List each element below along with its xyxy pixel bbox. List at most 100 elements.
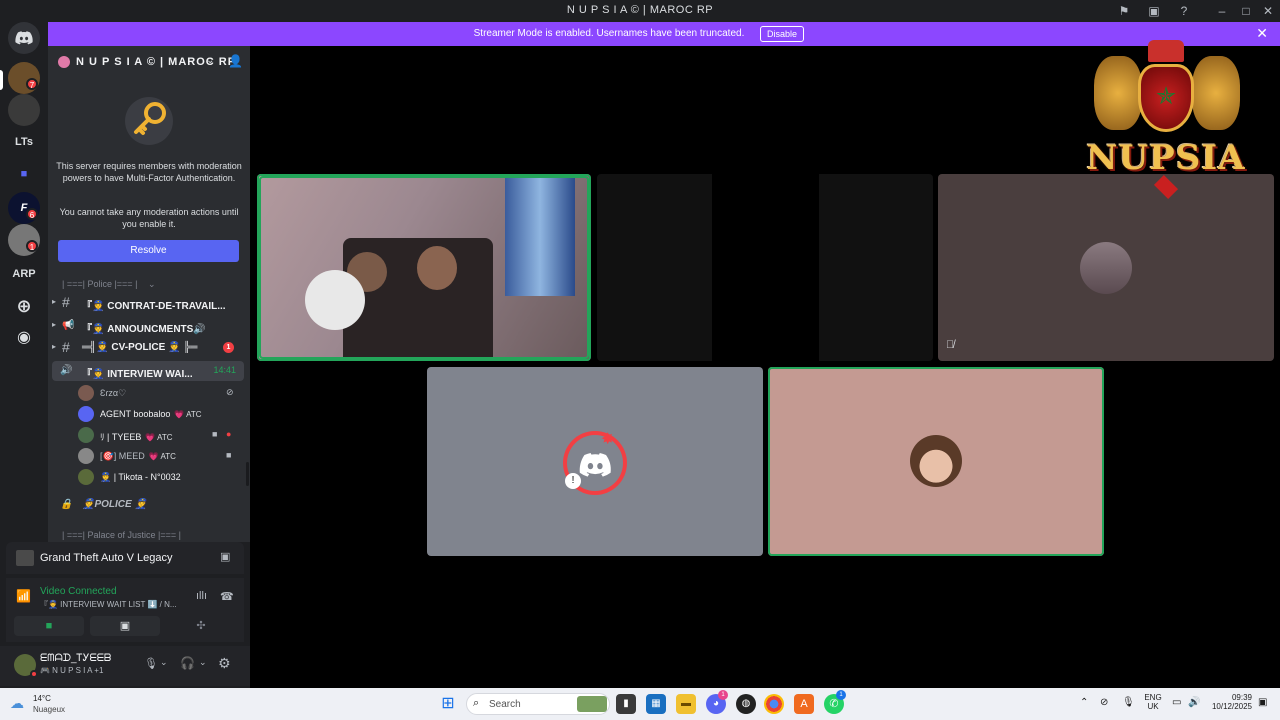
channel-sidebar: N U P S I A © | MAROC RP ⌄ 👤 This server…	[48, 46, 250, 542]
noise-icon[interactable]: ıllı	[196, 590, 207, 602]
nupsia-logo: ✯ NUPSIA	[1082, 40, 1250, 200]
minimize-icon[interactable]: –	[1214, 3, 1230, 19]
live-icon: ●	[226, 429, 232, 439]
search-icon: ⌕	[473, 697, 480, 709]
network-icon[interactable]: ⊘	[1100, 697, 1108, 708]
server-icon[interactable]	[8, 94, 40, 126]
channel-contrat[interactable]: ▸ # 『👮 CONTRAT-DE-TRAVAIL...	[52, 293, 244, 313]
windows-start-icon[interactable]: ⊞	[438, 694, 458, 714]
resolve-button[interactable]: Resolve	[58, 240, 239, 262]
voice-channel-name[interactable]: 『👮 INTERVIEW WAIT LIST ⬇️ / N...	[40, 599, 177, 610]
video-tile-user[interactable]: 🎙̸	[938, 174, 1274, 361]
voice-user[interactable]: Ɛɾzα♡ ⊘	[76, 383, 244, 403]
avatar	[910, 435, 962, 487]
avatar	[78, 406, 94, 422]
microphone-icon[interactable]: 🎙	[144, 657, 158, 670]
channel-icon: #	[62, 339, 70, 355]
stream-game-icon[interactable]: ▣	[220, 550, 230, 563]
category-police[interactable]: | ===| Police |=== |	[62, 279, 137, 289]
discord-home-icon[interactable]	[8, 22, 40, 54]
notification-icon[interactable]: ▣	[1258, 697, 1267, 708]
weather-icon[interactable]: ☁	[10, 695, 24, 712]
video-tile-webcam[interactable]	[257, 174, 591, 361]
inbox-icon[interactable]: ⚑	[1116, 3, 1132, 19]
role-tag: 💗 ATC	[148, 452, 176, 461]
key-icon	[125, 97, 173, 145]
voice-user[interactable]: [🎯] MEED 💗 ATC ■	[76, 446, 244, 466]
star-icon: ✯	[1155, 83, 1177, 110]
channel-cv-police[interactable]: ▸ # ═╣👮 CV-POLICE 👮 ╠═ 1	[52, 338, 244, 358]
server-lts[interactable]: LTs	[8, 126, 40, 158]
language-code: ENG	[1144, 693, 1162, 702]
user-name: AGENT boobaloo 💗 ATC	[100, 409, 202, 419]
server-arp[interactable]: ARP	[8, 258, 40, 290]
activities-button[interactable]: ✣	[166, 616, 236, 636]
close-window-icon[interactable]: ✕	[1260, 3, 1276, 19]
window-title: N U P S I A © | MAROC RP	[566, 4, 714, 16]
display-icon[interactable]: ▭	[1172, 697, 1181, 708]
user-name: 👮 | Tikota - N°0032	[100, 472, 181, 482]
app-icon[interactable]: A	[794, 694, 814, 714]
video-tile-loading[interactable]	[597, 174, 933, 361]
server-header[interactable]: N U P S I A © | MAROC RP ⌄ 👤	[48, 46, 250, 78]
screen-share-button[interactable]: ▣	[90, 616, 160, 636]
mic-tray-icon[interactable]: 🎙	[1122, 697, 1135, 708]
clock[interactable]: 09:39 10/12/2025	[1206, 693, 1252, 711]
maximize-icon[interactable]: □	[1238, 3, 1254, 19]
channel-name: 『👮 CONTRAT-DE-TRAVAIL...	[82, 301, 226, 312]
language-indicator[interactable]: ENG UK	[1144, 693, 1162, 711]
voice-user[interactable]: AGENT boobaloo 💗 ATC	[76, 404, 244, 424]
store-icon[interactable]: ▦	[646, 694, 666, 714]
category-justice[interactable]: | ===| Palace of Justice |=== |	[62, 530, 181, 540]
channel-announcments[interactable]: ▸ 📢 『👮 ANNOUNCMENTS🔊	[52, 316, 244, 336]
file-explorer-icon[interactable]: ▬	[676, 694, 696, 714]
help-icon[interactable]: ?	[1176, 3, 1192, 19]
signal-icon[interactable]: 📶	[16, 589, 31, 603]
search-bar[interactable]: ⌕ Search	[466, 693, 610, 715]
chrome-icon[interactable]	[764, 694, 784, 714]
chevron-down-icon[interactable]: ⌄	[160, 657, 168, 668]
chevron-up-icon[interactable]: ⌃	[1080, 697, 1088, 708]
user-name: Ɛɾzα♡	[100, 388, 127, 398]
user-name: ᗴᗰᗩᗪ_ᎢᎩᗴᗴᗷ	[40, 653, 112, 664]
chevron-right-icon: ▸	[52, 297, 57, 306]
add-server-icon[interactable]: ⊕	[8, 290, 40, 322]
logo-gem-icon	[1153, 174, 1179, 200]
weather-desc: Nuageux	[33, 705, 66, 714]
screen-icon[interactable]: ▣	[1146, 3, 1162, 19]
title-bar: N U P S I A © | MAROC RP ⚑ ▣ ? – □ ✕	[0, 0, 1280, 22]
discover-icon[interactable]: ◉	[8, 322, 40, 354]
camera-button[interactable]: ■	[14, 616, 84, 636]
scrollbar[interactable]	[246, 462, 249, 486]
voice-user[interactable]: ﾘ | TYEEB 💗 ATC ■ ●	[76, 425, 244, 445]
disable-button[interactable]: Disable	[760, 26, 804, 42]
settings-gear-icon[interactable]: ⚙	[218, 655, 231, 672]
close-icon[interactable]: ✕	[1256, 25, 1268, 42]
invite-icon[interactable]: 👤	[228, 54, 243, 68]
disconnect-icon[interactable]: ☎	[220, 590, 234, 603]
volume-icon[interactable]: 🔊	[1188, 697, 1200, 708]
channel-police-locked[interactable]: 🔒 👮POLICE 👮	[52, 495, 244, 515]
chevron-down-icon: ⌄	[206, 55, 215, 66]
video-tile-discord[interactable]: ✸ !	[427, 367, 763, 556]
muted-mic-icon: 🎙̸	[946, 339, 955, 351]
clock-time: 09:39	[1231, 693, 1252, 702]
user-name-text: ﾘ | TYEEB	[100, 432, 142, 442]
chevron-down-icon[interactable]: ⌄	[199, 657, 207, 668]
app-icon[interactable]: ◍	[736, 694, 756, 714]
speaking-outline	[259, 176, 589, 359]
video-tile-speaking[interactable]	[768, 367, 1104, 556]
avatar	[1080, 242, 1132, 294]
voice-user[interactable]: 👮 | Tikota - N°0032	[76, 467, 244, 487]
folder-icon[interactable]: ■	[8, 158, 40, 190]
avatar	[78, 448, 94, 464]
game-title: Grand Theft Auto V Legacy	[40, 552, 173, 564]
task-view-icon[interactable]: ▮	[616, 694, 636, 714]
channel-name: 『👮 INTERVIEW WAI...	[82, 369, 193, 380]
connection-status: Video Connected	[40, 586, 117, 597]
headphones-icon[interactable]: 🎧	[180, 656, 195, 670]
channel-interview-voice[interactable]: 🔊 『👮 INTERVIEW WAI... 14:41	[52, 361, 244, 381]
weather-temp: 14°C	[33, 694, 51, 703]
role-tag: 💗 ATC	[174, 410, 202, 419]
active-server-pill	[0, 70, 3, 90]
